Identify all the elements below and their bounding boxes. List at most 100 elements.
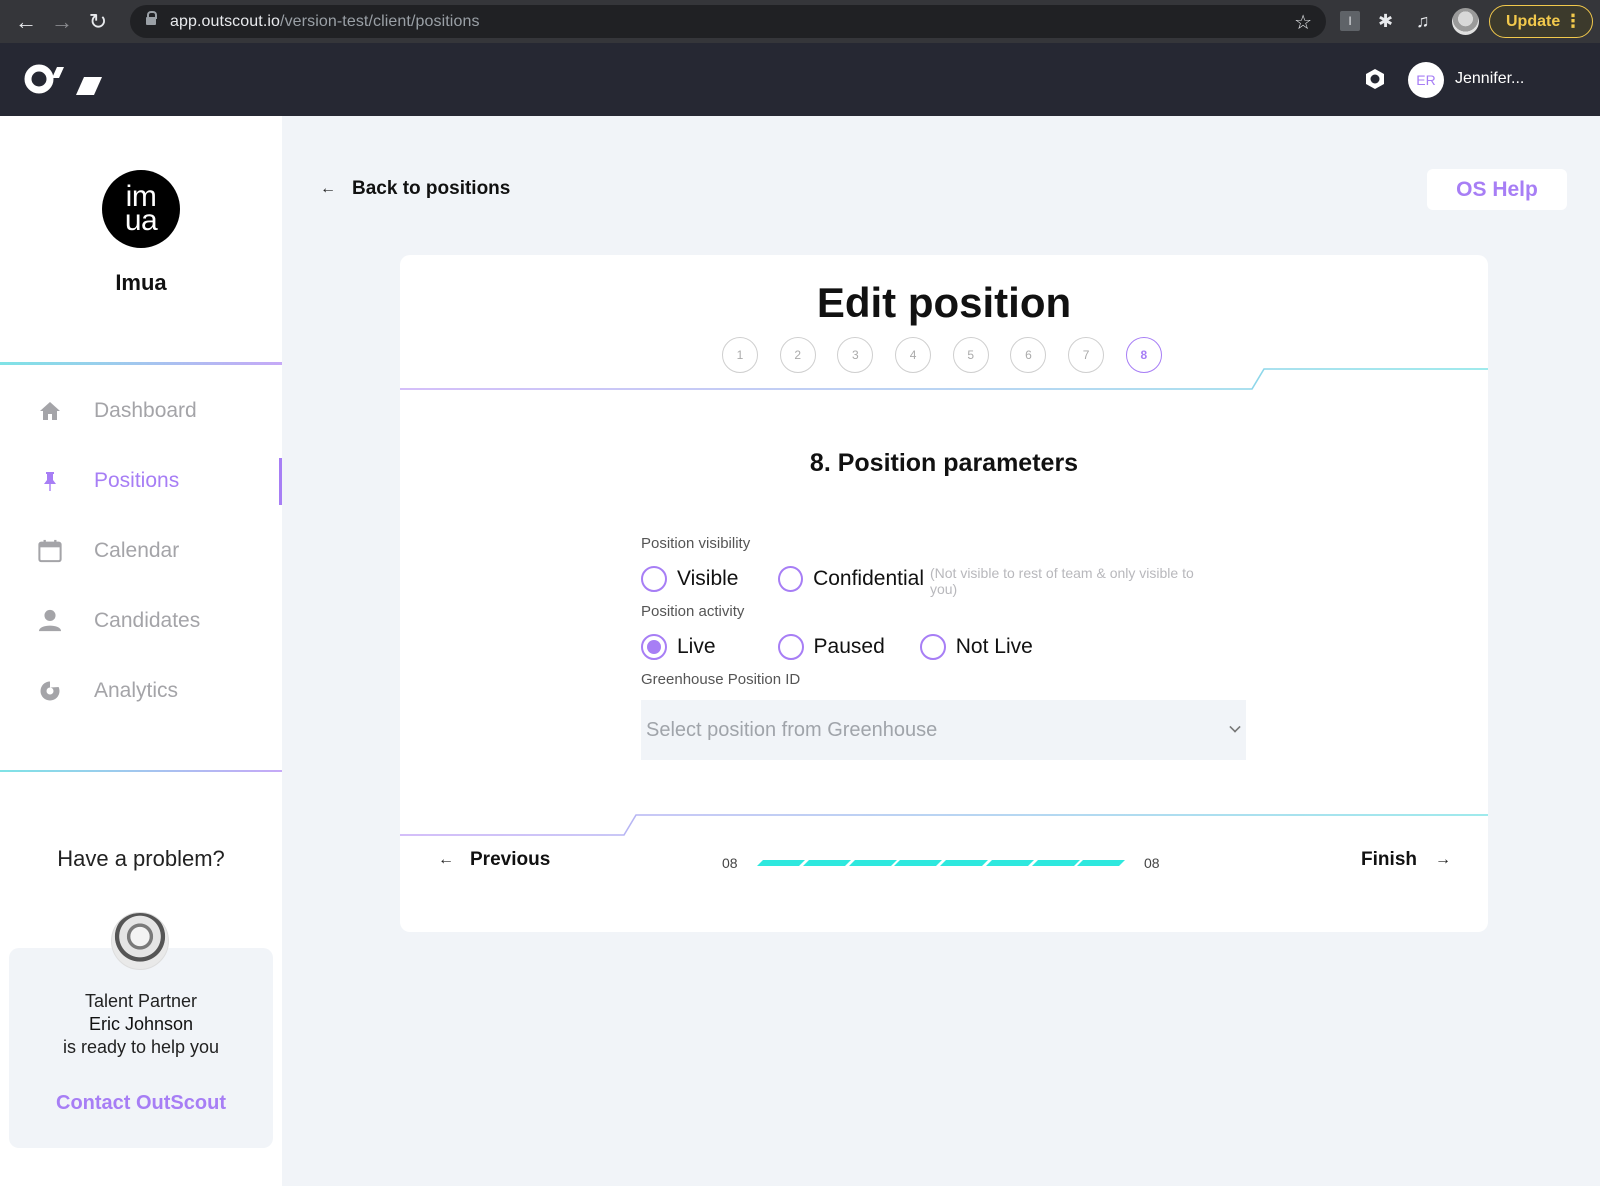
address-bar[interactable]: app.outscout.io/version-test/client/posi… <box>130 5 1326 38</box>
user-icon <box>38 609 62 633</box>
previous-button[interactable]: ← Previous <box>438 849 550 871</box>
radio-circle[interactable] <box>777 634 804 660</box>
arrow-left-icon: ← <box>320 180 336 197</box>
previous-label: Previous <box>470 849 551 870</box>
radio-dot <box>647 640 661 654</box>
update-label: Update <box>1506 12 1561 30</box>
media-playlist-icon[interactable]: ♫ <box>1416 11 1436 31</box>
progress-segment <box>802 860 851 866</box>
sidebar-item-analytics[interactable]: Analytics <box>0 656 282 726</box>
finish-label: Finish <box>1361 849 1417 870</box>
greenhouse-label: Greenhouse Position ID <box>641 671 801 688</box>
back-to-positions-link[interactable]: ← Back to positions <box>320 178 510 200</box>
app-header: ER Jennifer... <box>0 43 1600 116</box>
browser-reload-button[interactable]: ↻ <box>80 4 116 40</box>
contact-outscout-link[interactable]: Contact OutScout <box>9 1092 273 1115</box>
activity-not-live-radio[interactable]: Not Live <box>919 634 1033 660</box>
sidebar-item-candidates[interactable]: Candidates <box>0 586 282 656</box>
browser-toolbar: ← → ↻ app.outscout.io/version-test/clien… <box>0 0 1600 43</box>
more-vert-icon: ⋮ <box>1564 11 1582 31</box>
lock-icon <box>146 11 157 27</box>
sidebar-divider <box>0 770 282 772</box>
arrow-left-icon: ← <box>438 851 454 868</box>
sidebar-item-calendar[interactable]: Calendar <box>0 516 282 586</box>
select-placeholder: Select position from Greenhouse <box>646 718 938 741</box>
radio-circle[interactable] <box>778 566 804 592</box>
pie-chart-icon <box>38 679 62 703</box>
reload-icon: ↻ <box>88 8 108 34</box>
activity-paused-radio[interactable]: Paused <box>777 634 885 660</box>
activity-live-radio[interactable]: Live <box>641 634 716 660</box>
browser-update-button[interactable]: Update ⋮ <box>1489 5 1593 38</box>
user-avatar[interactable]: ER <box>1408 62 1444 98</box>
partner-role: Talent Partner <box>84 991 198 1011</box>
visibility-radio-group: Visible Confidential (Not visible to res… <box>641 559 1246 599</box>
finish-button[interactable]: Finish → <box>1361 849 1451 871</box>
progress-segment <box>985 860 1034 866</box>
puzzle-extensions-icon[interactable]: ✱ <box>1378 11 1398 31</box>
visibility-confidential-radio[interactable]: Confidential (Not visible to rest of tea… <box>778 561 1206 597</box>
sidebar-nav: Dashboard Positions Calendar Candidates … <box>0 376 282 726</box>
radio-label: Paused <box>813 635 885 658</box>
sidebar-item-label: Analytics <box>94 679 179 702</box>
user-name[interactable]: Jennifer... <box>1455 70 1524 88</box>
activity-label: Position activity <box>641 603 745 620</box>
url-host: app.outscout.io <box>170 12 281 30</box>
radio-label: Not Live <box>955 635 1033 658</box>
visibility-label: Position visibility <box>641 535 751 552</box>
footer-divider-line <box>400 814 1488 836</box>
progress-segment <box>848 860 897 866</box>
wizard-footer: ← Previous 08 08 Finish → <box>400 845 1488 885</box>
url-path: /version-test/client/positions <box>280 12 480 30</box>
progress-segment <box>894 860 942 866</box>
radio-circle[interactable] <box>919 634 946 660</box>
help-title: Have a problem? <box>57 846 225 871</box>
arrow-right-icon: → <box>1435 851 1451 868</box>
radio-circle-selected[interactable] <box>641 634 667 660</box>
section-title: 8. Position parameters <box>809 449 1079 477</box>
chevron-down-icon <box>1229 721 1241 733</box>
arrow-left-icon: ← <box>15 8 37 34</box>
sidebar-item-label: Candidates <box>94 609 201 632</box>
outscout-logo[interactable] <box>24 63 104 97</box>
sidebar: im ua Imua Dashboard Positions Calendar <box>0 116 282 1186</box>
visibility-visible-radio[interactable]: Visible <box>641 566 738 592</box>
company-name: Imua <box>115 270 167 295</box>
settings-hexagon-icon[interactable] <box>1364 68 1386 90</box>
radio-label: Visible <box>677 567 739 590</box>
greenhouse-position-select[interactable]: Select position from Greenhouse <box>641 700 1246 760</box>
company-logo: im ua <box>102 170 180 248</box>
back-label: Back to positions <box>352 178 511 199</box>
partner-message: is ready to help you <box>62 1037 220 1057</box>
sidebar-item-label: Positions <box>94 469 180 492</box>
sidebar-item-label: Dashboard <box>94 399 197 422</box>
position-parameters-form: Position visibility Visible Confidential… <box>641 535 1246 760</box>
partner-name: Eric Johnson <box>88 1014 194 1034</box>
home-icon <box>38 399 62 423</box>
sidebar-item-dashboard[interactable]: Dashboard <box>0 376 282 446</box>
edit-position-card: Edit position 1 2 3 4 5 6 7 8 8. Positio… <box>400 255 1488 932</box>
progress-current: 08 <box>722 855 738 871</box>
radio-circle[interactable] <box>641 566 667 592</box>
browser-profile-avatar[interactable] <box>1452 8 1479 35</box>
radio-label: Confidential <box>813 567 924 590</box>
company-logo-line2: ua <box>124 204 158 237</box>
extension-icon[interactable]: I <box>1340 11 1360 31</box>
sidebar-divider <box>0 362 282 365</box>
os-help-button[interactable]: OS Help <box>1427 169 1567 210</box>
url-text: app.outscout.io/version-test/client/posi… <box>170 13 480 31</box>
sidebar-item-positions[interactable]: Positions <box>0 446 282 516</box>
bookmark-star-icon[interactable]: ☆ <box>1294 10 1312 35</box>
calendar-icon <box>38 539 62 563</box>
progress-total: 08 <box>1144 855 1160 871</box>
progress-segment <box>1031 860 1080 866</box>
partner-avatar <box>111 912 169 970</box>
browser-back-button[interactable]: ← <box>8 4 44 40</box>
progress-bar <box>757 860 1126 868</box>
sidebar-item-label: Calendar <box>94 539 180 562</box>
browser-forward-button[interactable]: → <box>44 4 80 40</box>
arrow-right-icon: → <box>51 8 73 34</box>
radio-label: Live <box>677 635 716 658</box>
page-title: Edit position <box>816 279 1072 326</box>
header-divider-line <box>400 368 1488 390</box>
